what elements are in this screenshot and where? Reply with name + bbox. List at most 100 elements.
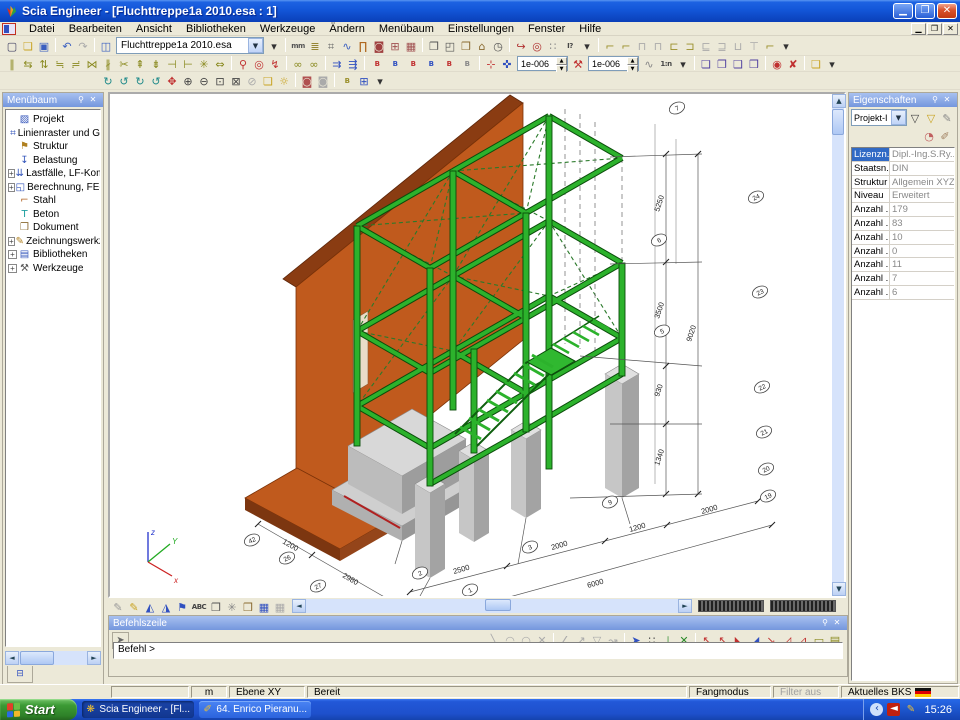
menu-hilfe[interactable]: Hilfe [572,23,608,35]
status-bks[interactable]: Aktuelles BKS [841,686,959,698]
properties-combo[interactable]: Projekt-I ▼ [851,109,907,126]
triangle-ruler-icon[interactable]: ◭ [142,599,158,614]
close-icon[interactable]: ✕ [831,618,843,629]
edit-pencil-icon[interactable]: ✎ [939,110,955,125]
paste-properties-icon[interactable]: ❒ [746,56,762,71]
bar-align-right-icon[interactable]: ⊢ [180,56,196,71]
center-target-icon[interactable]: ✜ [499,56,515,71]
bar-trim-icon[interactable]: ✂ [116,56,132,71]
add-node-b-icon[interactable]: ⇶ [345,56,361,71]
zoom-document-icon[interactable]: ◎ [529,38,545,53]
camera-icon[interactable]: ◙ [299,73,315,88]
zoom-window-icon[interactable]: ⊡ [212,73,228,88]
bar-extend-icon[interactable]: ⇞ [132,56,148,71]
bar-stretch-icon[interactable]: ⋈ [84,56,100,71]
property-row[interactable]: Anzahl ...6 [852,286,954,300]
scroll-thumb[interactable] [832,109,844,135]
save-icon[interactable]: ▣ [36,38,52,53]
support-4-icon[interactable]: B [422,56,440,71]
bar-connect-icon[interactable]: ⇔ [212,56,228,71]
taskbar-task-scia[interactable]: ❋ Scia Engineer - [Fl... [82,701,194,718]
beam-type-2-icon[interactable]: ⌐ [618,38,634,53]
zoom-previous-icon[interactable]: ⊘ [244,73,260,88]
project-file-combo[interactable]: Fluchttreppe1a 2010.esa ▼ [116,37,264,54]
bar-move-icon[interactable]: ⇆ [20,56,36,71]
gallery-icon[interactable]: ⌂ [474,38,490,53]
property-row[interactable]: Anzahl ...10 [852,231,954,245]
window-blue-icon[interactable]: ⊞ [356,73,372,88]
print-preview-icon[interactable]: ◰ [442,38,458,53]
bar-align-left-icon[interactable]: ⊣ [164,56,180,71]
menu-ansicht[interactable]: Ansicht [129,23,179,35]
property-row[interactable]: Anzahl ...7 [852,272,954,286]
add-node-a-icon[interactable]: ⇉ [329,56,345,71]
plug-icon[interactable]: ⚲ [235,56,251,71]
eigenschaften-title-bar[interactable]: Eigenschaften ⚲ ✕ [849,93,957,107]
filter-lightning-icon[interactable]: ▽ [923,110,939,125]
image-off-icon[interactable]: ▦ [272,599,288,614]
bar-join-icon[interactable]: ⇟ [148,56,164,71]
expand-plus-icon[interactable]: + [8,250,17,259]
taskbar-task-document[interactable]: ✐ 64. Enrico Pieranu... [199,701,311,718]
scroll-left-icon[interactable]: ◄ [292,599,306,613]
color-pie-icon[interactable]: ◔ [921,128,937,143]
rotate-view-1-icon[interactable]: ↻ [100,73,116,88]
expand-plus-icon[interactable]: + [8,264,17,273]
support-3-icon[interactable]: B [404,56,422,71]
pencil-gray-icon[interactable]: ✎ [110,599,126,614]
xy-graph-icon[interactable]: ∿ [339,38,355,53]
menubaum-title-bar[interactable]: Menübaum ⚲ ✕ [3,93,103,107]
folder-add-icon[interactable]: ❏ [808,56,824,71]
sidebar-item-projekt[interactable]: ▨Projekt [8,113,100,127]
export-icon[interactable]: ↪ [513,38,529,53]
sidebar-item-beton[interactable]: TBeton [8,208,100,222]
precision-spinner-b[interactable]: 1e-006 ▲▼ [588,56,639,71]
support-5-icon[interactable]: B [440,56,458,71]
spray-icon[interactable]: ✳ [224,599,240,614]
menu-bearbeiten[interactable]: Bearbeiten [62,23,129,35]
close-icon[interactable]: ✕ [941,95,953,106]
rotate-view-3-icon[interactable]: ↻ [132,73,148,88]
command-input[interactable]: Befehl > [113,642,843,659]
beam-type-11-icon[interactable]: ⌐ [762,38,778,53]
zoom-in-icon[interactable]: ⊕ [180,73,196,88]
support-2-icon[interactable]: B [386,56,404,71]
bar-mirror-icon[interactable]: ≒ [52,56,68,71]
chart-view-icon[interactable]: ◮ [158,599,174,614]
calculator-icon[interactable]: ⌗ [323,38,339,53]
probe-icon[interactable]: ↯ [267,56,283,71]
beam-type-10-icon[interactable]: ⊤ [746,38,762,53]
axis-view-icon[interactable]: ✥ [164,73,180,88]
new-file-icon[interactable]: ▢ [4,38,20,53]
beam-type-6-icon[interactable]: ⊐ [682,38,698,53]
pencil-icon[interactable]: ✎ [126,599,142,614]
status-filter[interactable]: Filter aus [773,686,839,698]
property-row[interactable]: Anzahl ...11 [852,258,954,272]
zoom-all-icon[interactable]: ⊠ [228,73,244,88]
property-row[interactable]: Anzahl ...83 [852,217,954,231]
befehlszeile-title-bar[interactable]: Befehlszeile ⚲ ✕ [109,616,847,630]
pin-icon[interactable]: ⚲ [819,618,831,629]
bar-split-icon[interactable]: ∦ [100,56,116,71]
sidebar-item-struktur[interactable]: ⚑Struktur [8,140,100,154]
mdi-restore-button[interactable]: ❐ [927,23,942,35]
book-icon[interactable]: ❒ [240,599,256,614]
spinner-arrows-icon[interactable]: ▲▼ [627,57,638,70]
status-snap-mode[interactable]: Fangmodus [689,686,771,698]
menubaum-hscrollbar[interactable]: ◄ ► [5,651,101,665]
combo-dropdown-icon[interactable]: ▼ [248,38,263,53]
delete-x-icon[interactable]: ✘ [785,56,801,71]
copy-properties-icon[interactable]: ❑ [730,56,746,71]
table-icon[interactable]: ▦ [403,38,419,53]
dropdown-5-icon[interactable]: ▾ [372,73,388,88]
mdi-minimize-button[interactable]: ▁ [911,23,926,35]
abc-labels-icon[interactable]: ABC [190,599,208,614]
scroll-up-icon[interactable]: ▲ [832,94,846,108]
paint-tray-icon[interactable]: ✎ [904,704,917,715]
property-row[interactable]: Staatsn...DIN [852,162,954,176]
menu-fenster[interactable]: Fenster [521,23,572,35]
image-icon[interactable]: ▦ [256,599,272,614]
printer-icon[interactable]: ❐ [208,599,224,614]
menu-bibliotheken[interactable]: Bibliotheken [179,23,253,35]
camera-off-icon[interactable]: ◙ [315,73,331,88]
